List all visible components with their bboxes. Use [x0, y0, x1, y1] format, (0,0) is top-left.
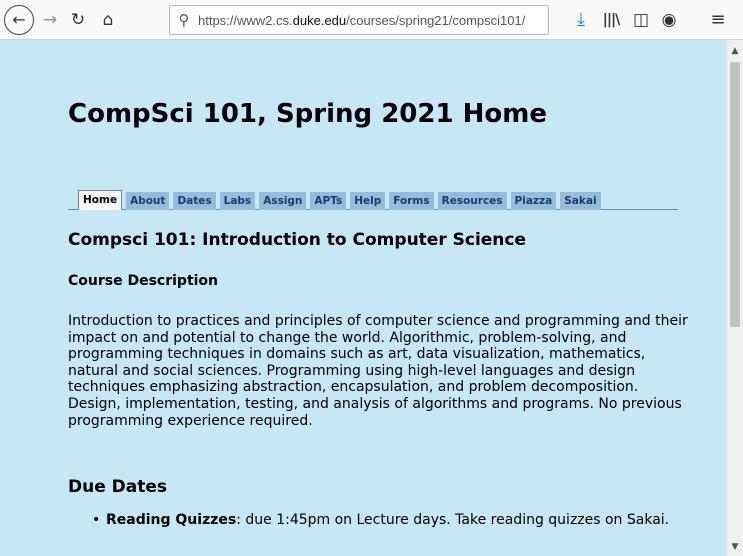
course-description: Introduction to practices and principles…	[68, 313, 688, 429]
account-icon[interactable]: ◉	[655, 6, 683, 34]
sidebar-icon[interactable]: ◫	[627, 6, 655, 34]
tab-resources[interactable]: Resources	[437, 192, 507, 210]
menu-icon[interactable]: ≡	[704, 6, 732, 34]
course-heading: Compsci 101: Introduction to Computer Sc…	[68, 230, 527, 250]
due-item-label: Reading Quizzes	[106, 512, 237, 528]
due-item: • Reading Quizzes: due 1:45pm on Lecture …	[90, 512, 680, 529]
tab-forms[interactable]: Forms	[389, 192, 434, 210]
search-icon: ⚲	[178, 11, 190, 29]
url-prefix: https://www2.cs.	[198, 12, 293, 28]
tab-assign[interactable]: Assign	[259, 192, 307, 210]
url-domain: duke.edu	[292, 12, 347, 28]
forward-arrow-icon[interactable]: →	[36, 6, 64, 34]
due-item-text: : due 1:45pm on Lecture days. Take readi…	[236, 512, 670, 528]
tab-piazza[interactable]: Piazza	[510, 192, 557, 210]
due-dates-heading: Due Dates	[68, 477, 168, 497]
back-arrow-icon[interactable]: ←	[4, 5, 34, 35]
scroll-up-icon[interactable]: ▲	[727, 46, 743, 56]
scroll-down-icon[interactable]: ▼	[727, 542, 743, 552]
browser-toolbar: ← → ↻ ⌂ ⚲ https://www2.cs.duke.edu/cours…	[0, 0, 743, 40]
due-dates-list: • Reading Quizzes: due 1:45pm on Lecture …	[90, 512, 680, 529]
url-path: /courses/spring21/compsci101/	[346, 12, 526, 28]
tab-about[interactable]: About	[126, 192, 170, 210]
reload-icon[interactable]: ↻	[64, 6, 92, 34]
tab-dates[interactable]: Dates	[173, 192, 216, 210]
download-icon[interactable]: ⤓	[567, 6, 595, 34]
library-icon[interactable]: |||\	[597, 6, 625, 34]
address-bar[interactable]: ⚲ https://www2.cs.duke.edu/courses/sprin…	[169, 5, 549, 35]
bullet-icon: •	[92, 512, 101, 528]
tab-apts[interactable]: APTs	[310, 192, 347, 210]
home-icon[interactable]: ⌂	[94, 6, 122, 34]
page-title: CompSci 101, Spring 2021 Home	[68, 99, 547, 129]
tab-sakai[interactable]: Sakai	[560, 192, 601, 210]
tab-labs[interactable]: Labs	[219, 192, 256, 210]
vertical-scrollbar[interactable]: ▲ ▼	[726, 40, 743, 556]
url-text[interactable]: https://www2.cs.duke.edu/courses/spring2…	[198, 13, 525, 28]
tab-help[interactable]: Help	[350, 192, 386, 210]
scrollbar-thumb[interactable]	[730, 62, 740, 327]
page-viewport: CompSci 101, Spring 2021 Home Home About D…	[0, 40, 726, 556]
description-heading: Course Description	[68, 273, 219, 289]
nav-tabs: Home About Dates Labs Assign APTs Help Forms Res…	[78, 190, 601, 210]
tab-home[interactable]: Home	[78, 190, 123, 210]
